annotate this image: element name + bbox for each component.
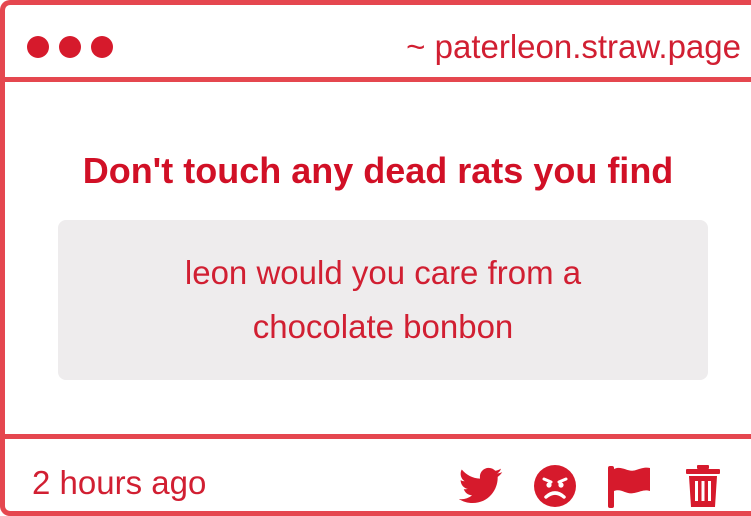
window-dot-icon[interactable] xyxy=(59,36,81,58)
angry-face-icon[interactable] xyxy=(532,463,578,509)
message-text: leon would you care from a chocolate bon… xyxy=(184,254,582,345)
window-titlebar: ~ paterleon.straw.page xyxy=(5,5,751,82)
action-bar xyxy=(458,463,726,509)
window-dot-icon[interactable] xyxy=(91,36,113,58)
message-box: leon would you care from a chocolate bon… xyxy=(58,220,708,380)
flag-icon[interactable] xyxy=(606,463,652,509)
timestamp: 2 hours ago xyxy=(32,464,207,501)
window-dot-icon[interactable] xyxy=(27,36,49,58)
post-content: Don't touch any dead rats you find leon … xyxy=(5,82,751,439)
trash-icon[interactable] xyxy=(680,463,726,509)
post-card: ~ paterleon.straw.page Don't touch any d… xyxy=(0,0,751,516)
window-controls xyxy=(27,36,113,58)
twitter-icon[interactable] xyxy=(458,463,504,509)
question-heading: Don't touch any dead rats you find xyxy=(82,150,674,191)
post-footer: 2 hours ago xyxy=(5,439,751,516)
site-url: ~ paterleon.straw.page xyxy=(406,28,741,65)
